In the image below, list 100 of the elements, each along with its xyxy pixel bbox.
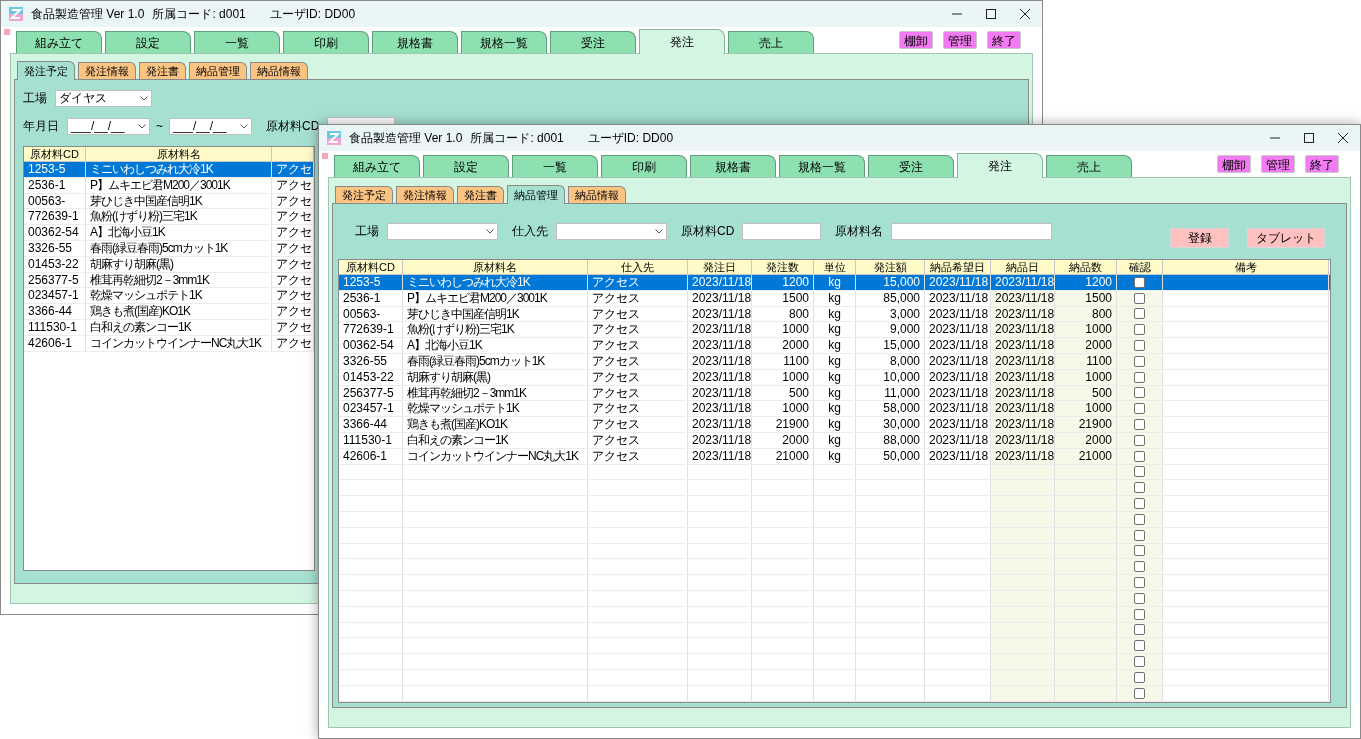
checkbox[interactable] <box>1134 529 1145 541</box>
dropdown[interactable]: ___/__/__ <box>169 117 252 135</box>
tab[interactable]: 規格一覧 <box>461 31 547 53</box>
checkbox[interactable] <box>1134 371 1145 383</box>
subtab[interactable]: 発注予定 <box>335 186 393 203</box>
subtab[interactable]: 発注書 <box>457 186 504 203</box>
dropdown[interactable]: ダイヤス <box>55 89 152 107</box>
table-row[interactable]: 772639-1 魚粉(けずり粉)三宅1K アクセス 2023/11/18 1000 kg 9,000 2023/11/18 2023/11/18 1000 <box>339 322 1330 339</box>
close-icon <box>1338 133 1348 143</box>
subtab[interactable]: 納品情報 <box>568 186 626 203</box>
subtab[interactable]: 発注情報 <box>396 186 454 203</box>
tool-button[interactable]: 管理 <box>943 31 977 49</box>
chevron-down-icon <box>486 228 494 234</box>
app-title: 食品製造管理 Ver 1.0 <box>31 6 145 23</box>
checkbox[interactable] <box>1134 340 1145 352</box>
tab[interactable]: 設定 <box>423 155 509 177</box>
table-row[interactable]: 00362-54 A】北海小豆1K アクセス 2023/11/18 2000 kg 15,000 2023/11/18 2023/11/18 2000 <box>339 338 1330 354</box>
checkbox[interactable] <box>1134 592 1145 604</box>
table-cell: 00362-54 <box>24 225 86 240</box>
table-row[interactable]: 1253-5 ミニいわしつみれ大冷1K アクセ <box>24 162 314 178</box>
tab[interactable]: 発注 <box>957 153 1043 178</box>
action-button[interactable]: 登録 <box>1170 228 1229 248</box>
table-cell: 01453-22 <box>339 369 403 385</box>
table-row[interactable]: 023457-1 乾燥マッシュポテト1K アクセス 2023/11/18 1000 kg 58,000 2023/11/18 2023/11/18 1000 <box>339 401 1330 418</box>
tool-button[interactable]: 終了 <box>987 31 1021 49</box>
subtab[interactable]: 発注予定 <box>17 61 75 80</box>
column-header: 納品希望日 <box>925 260 991 274</box>
tab[interactable]: 一覧 <box>194 31 280 53</box>
action-button[interactable]: タブレット <box>1247 228 1325 248</box>
subtab[interactable]: 発注書 <box>139 62 186 79</box>
table-row[interactable]: 00362-54 A】北海小豆1K アクセ <box>24 225 314 241</box>
tab[interactable]: 受注 <box>550 31 636 53</box>
checkbox[interactable] <box>1134 434 1145 446</box>
table-row[interactable]: 3366-44 鶏きも煮(国産)KO1K アクセ <box>24 304 314 320</box>
tab[interactable]: 組み立て <box>16 31 102 53</box>
tool-button[interactable]: 棚卸 <box>1217 155 1251 173</box>
checkbox[interactable] <box>1134 640 1145 652</box>
checkbox[interactable] <box>1134 292 1145 304</box>
checkbox[interactable] <box>1134 466 1145 478</box>
table-row[interactable]: 1253-5 ミニいわしつみれ大冷1K アクセス 2023/11/18 1200 kg 15,000 2023/11/18 2023/11/18 1200 <box>339 275 1330 291</box>
tab[interactable]: 売上 <box>728 31 814 53</box>
subtab[interactable]: 納品管理 <box>189 62 247 79</box>
table-cell: 1000 <box>752 369 814 385</box>
checkbox[interactable] <box>1134 387 1145 399</box>
table-cell: アクセス <box>588 385 688 401</box>
column-header: 単位 <box>814 260 856 274</box>
checkbox[interactable] <box>1134 450 1145 462</box>
checkbox[interactable] <box>1134 355 1145 367</box>
tab[interactable]: 発注 <box>639 29 725 54</box>
text-field[interactable] <box>742 222 822 240</box>
checkbox[interactable] <box>1134 498 1145 510</box>
tab[interactable]: 規格書 <box>372 31 458 53</box>
subtab[interactable]: 発注情報 <box>78 62 136 79</box>
subtab[interactable]: 納品情報 <box>250 62 308 79</box>
table-cell: 58,000 <box>856 401 925 417</box>
checkbox[interactable] <box>1134 308 1145 320</box>
tool-button[interactable]: 管理 <box>1261 155 1295 173</box>
checkbox[interactable] <box>1134 482 1145 494</box>
tool-button[interactable]: 終了 <box>1305 155 1339 173</box>
table-cell: アクセ <box>272 256 314 272</box>
checkbox[interactable] <box>1134 561 1145 573</box>
table-cell: 2023/11/18 <box>925 275 991 290</box>
tool-button[interactable]: 棚卸 <box>899 31 933 49</box>
table-row[interactable]: 023457-1 乾燥マッシュポテト1K アクセ <box>24 288 314 305</box>
text-field[interactable] <box>891 222 1053 240</box>
checkbox[interactable] <box>1134 276 1145 288</box>
table-cell: ミニいわしつみれ大冷1K <box>403 275 588 290</box>
tab[interactable]: 一覧 <box>512 155 598 177</box>
tab[interactable]: 規格書 <box>690 155 776 177</box>
checkbox[interactable] <box>1134 671 1145 683</box>
checkbox[interactable] <box>1134 577 1145 589</box>
checkbox[interactable] <box>1134 403 1145 415</box>
checkbox[interactable] <box>1134 608 1145 620</box>
checkbox[interactable] <box>1134 545 1145 557</box>
subtab[interactable]: 納品管理 <box>507 185 565 204</box>
table-row[interactable]: 772639-1 魚粉(けずり粉)三宅1K アクセ <box>24 209 314 226</box>
filter-label: 工場 <box>355 223 379 240</box>
checkbox[interactable] <box>1134 687 1145 699</box>
checkbox[interactable] <box>1134 513 1145 525</box>
tab[interactable]: 売上 <box>1046 155 1132 177</box>
table-cell: アクセ <box>272 304 314 319</box>
table-cell: アクセス <box>588 338 688 353</box>
tab[interactable]: 組み立て <box>334 155 420 177</box>
checkbox[interactable] <box>1134 324 1145 336</box>
checkbox[interactable] <box>1134 656 1145 667</box>
table-cell: 111530-1 <box>24 319 86 335</box>
dropdown[interactable]: ___/__/__ <box>67 117 150 135</box>
table-row[interactable]: 3366-44 鶏きも煮(国産)KO1K アクセス 2023/11/18 21900 kg 30,000 2023/11/18 2023/11/18 21900 <box>339 417 1330 433</box>
text-field[interactable] <box>327 117 396 124</box>
tab[interactable]: 受注 <box>868 155 954 177</box>
table-cell: 01453-22 <box>24 256 86 272</box>
checkbox[interactable] <box>1134 624 1145 636</box>
table-cell: 85,000 <box>856 290 925 306</box>
tab[interactable]: 規格一覧 <box>779 155 865 177</box>
tab[interactable]: 設定 <box>105 31 191 53</box>
table-cell: 2536-1 <box>24 177 86 193</box>
tab[interactable]: 印刷 <box>601 155 687 177</box>
table-cell: 00563- <box>24 193 86 209</box>
tab[interactable]: 印刷 <box>283 31 369 53</box>
checkbox[interactable] <box>1134 419 1145 431</box>
